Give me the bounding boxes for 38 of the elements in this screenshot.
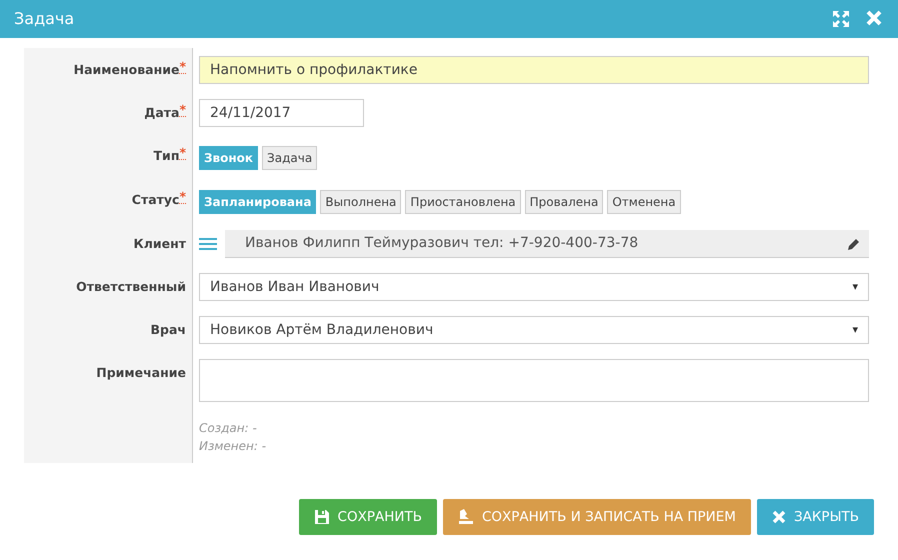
caret-icon: ▾	[852, 322, 858, 338]
field-label: Наименование	[74, 61, 180, 79]
field-label: Статус	[132, 191, 180, 209]
lookup-field[interactable]: Иванов Филипп Теймуразович тел: +7-920-400-73-78	[225, 230, 869, 258]
select-field[interactable]: Иванов Иван Иванович ▾	[199, 273, 869, 301]
floppy-icon	[314, 509, 330, 525]
pencil-icon[interactable]	[847, 236, 861, 250]
menu-icon[interactable]	[199, 237, 217, 251]
field-label: Дата	[144, 104, 180, 122]
field-label: Врач	[150, 321, 186, 339]
maximize-button[interactable]	[832, 10, 850, 28]
window-title: Задача	[14, 8, 74, 30]
required-mark: *	[179, 147, 186, 160]
meta-text: Изменен: -	[199, 438, 268, 455]
required-mark: *	[179, 104, 186, 117]
close-icon	[866, 10, 882, 26]
option-toggle[interactable]: Провалена	[524, 190, 604, 214]
required-mark: *	[179, 191, 186, 204]
input-field[interactable]: Напомнить о профилактике	[199, 56, 869, 84]
meta-text: Создан: -	[199, 420, 258, 437]
field-label: Ответственный	[76, 278, 186, 296]
option-toggle[interactable]: Задача	[262, 146, 318, 170]
option-toggle[interactable]: Отменена	[607, 190, 681, 214]
required-mark: *	[179, 61, 186, 74]
option-toggle[interactable]: Выполнена	[320, 190, 402, 214]
select-field[interactable]: Новиков Артём Владиленович ▾	[199, 316, 869, 344]
date-field[interactable]: 24/11/2017	[199, 99, 364, 127]
field-label: Тип	[154, 147, 180, 165]
caret-icon: ▾	[852, 278, 858, 296]
option-toggle[interactable]: Приостановлена	[405, 190, 521, 214]
close-button[interactable]	[866, 10, 884, 28]
stamp-icon	[458, 509, 474, 525]
field-label: Клиент	[134, 235, 186, 253]
expand-icon	[832, 10, 850, 28]
close-icon	[772, 510, 786, 524]
field-label: Примечание	[96, 364, 186, 382]
text-area[interactable]	[199, 359, 869, 402]
field-value: Иванов Филипп Теймуразович тел: +7-920-400-73-78	[245, 234, 640, 253]
